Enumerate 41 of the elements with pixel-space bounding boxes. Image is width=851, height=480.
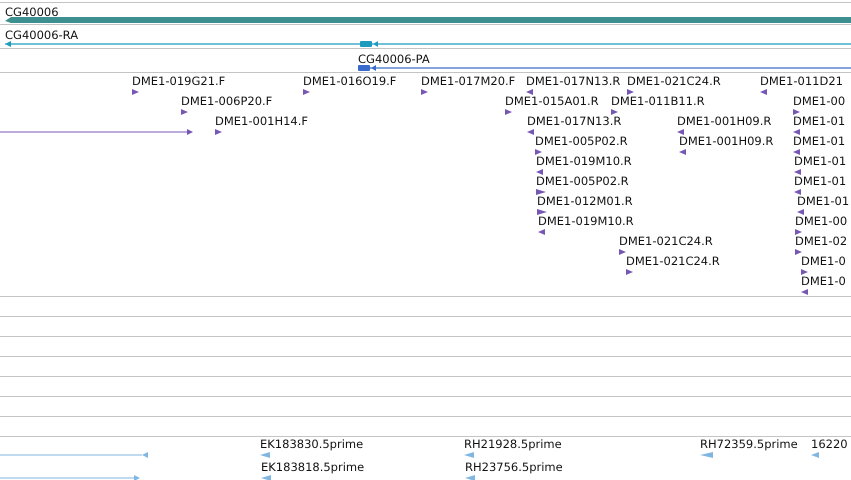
feature-label[interactable]: DME1-01 (794, 174, 846, 188)
feature-label[interactable]: DME1-02 (795, 234, 848, 248)
feature-label[interactable]: DME1-005P02.R (535, 134, 628, 148)
feature-label[interactable]: DME1-019M10.R (538, 214, 634, 228)
transcript-label[interactable]: CG40006-PA (358, 52, 430, 66)
feature-label[interactable]: DME1-017N13.R (526, 74, 620, 88)
gene-label[interactable]: CG40006 (5, 5, 59, 19)
feature-label[interactable]: DME1-019M10.R (536, 154, 632, 168)
feature-label[interactable]: DME1-011D21 (760, 74, 843, 88)
transcript-drawing[interactable] (358, 65, 851, 71)
feature-label[interactable]: DME1-01 (794, 154, 846, 168)
feature-label[interactable]: RH72359.5prime (700, 437, 798, 451)
feature-label[interactable]: DME1-001H09.R (677, 114, 772, 128)
feature-label[interactable]: DME1-00 (795, 214, 848, 228)
feature-label[interactable]: DME1-01 (793, 134, 846, 148)
feature-label[interactable]: RH23756.5prime (465, 460, 563, 474)
feature-label[interactable]: EK183830.5prime (260, 437, 364, 451)
feature-label[interactable]: RH21928.5prime (464, 437, 562, 451)
feature-label[interactable]: DME1-0 (801, 274, 846, 288)
feature-label[interactable]: DME1-011B11.R (611, 94, 705, 108)
feature-label[interactable]: DME1-021C24.R (619, 234, 713, 248)
feature-label[interactable]: DME1-012M01.R (537, 194, 633, 208)
feature-label[interactable]: DME1-006P20.F (181, 94, 272, 108)
feature-label[interactable]: DME1-021C24.R (626, 254, 720, 268)
feature-label[interactable]: DME1-001H14.F (215, 114, 308, 128)
feature-label[interactable]: DME1-001H09.R (679, 134, 774, 148)
feature-label[interactable]: DME1-01 (797, 194, 850, 208)
transcript-label[interactable]: CG40006-RA (5, 28, 78, 42)
feature-label[interactable]: DME1-017M20.F (421, 74, 516, 88)
transcript-drawing[interactable] (5, 41, 851, 47)
feature-label[interactable]: DME1-019G21.F (132, 74, 226, 88)
feature-label[interactable]: EK183818.5prime (261, 460, 364, 474)
feature-label[interactable]: DME1-0 (801, 254, 846, 268)
feature-label[interactable]: DME1-016O19.F (303, 74, 396, 88)
feature-label[interactable]: DME1-00 (793, 94, 846, 108)
feature-label[interactable]: DME1-01 (793, 114, 846, 128)
feature-label[interactable]: DME1-015A01.R (505, 94, 599, 108)
feature-label[interactable]: DME1-005P02.R (536, 174, 629, 188)
feature-label[interactable]: DME1-017N13.R (527, 114, 622, 128)
feature-label[interactable]: 16220 (811, 437, 848, 451)
feature-label[interactable]: DME1-021C24.R (627, 74, 721, 88)
